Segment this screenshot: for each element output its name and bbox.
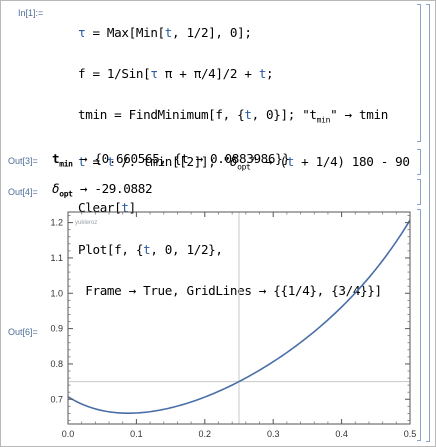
y-tick-label: 1.2 [50, 218, 63, 228]
y-tick-label: 0.9 [50, 324, 63, 334]
y-tick-label: 1.1 [50, 253, 63, 263]
x-tick-label: 0.5 [404, 429, 417, 439]
plot-graphic[interactable]: 0.0 0.1 0.2 0.3 0.4 0.5 0.7 0.8 0.9 1.0 1.1 1.2 yuk… [0, 0, 436, 447]
x-tick-label: 0.0 [62, 429, 75, 439]
x-tick-label: 0.3 [267, 429, 280, 439]
y-tick-label: 0.7 [50, 394, 63, 404]
watermark: yukleroz [75, 220, 97, 226]
x-tick-label: 0.1 [130, 429, 143, 439]
x-tick-label: 0.4 [335, 429, 348, 439]
y-tick-label: 0.8 [50, 359, 63, 369]
x-tick-label: 0.2 [199, 429, 212, 439]
y-tick-label: 1.0 [50, 288, 63, 298]
